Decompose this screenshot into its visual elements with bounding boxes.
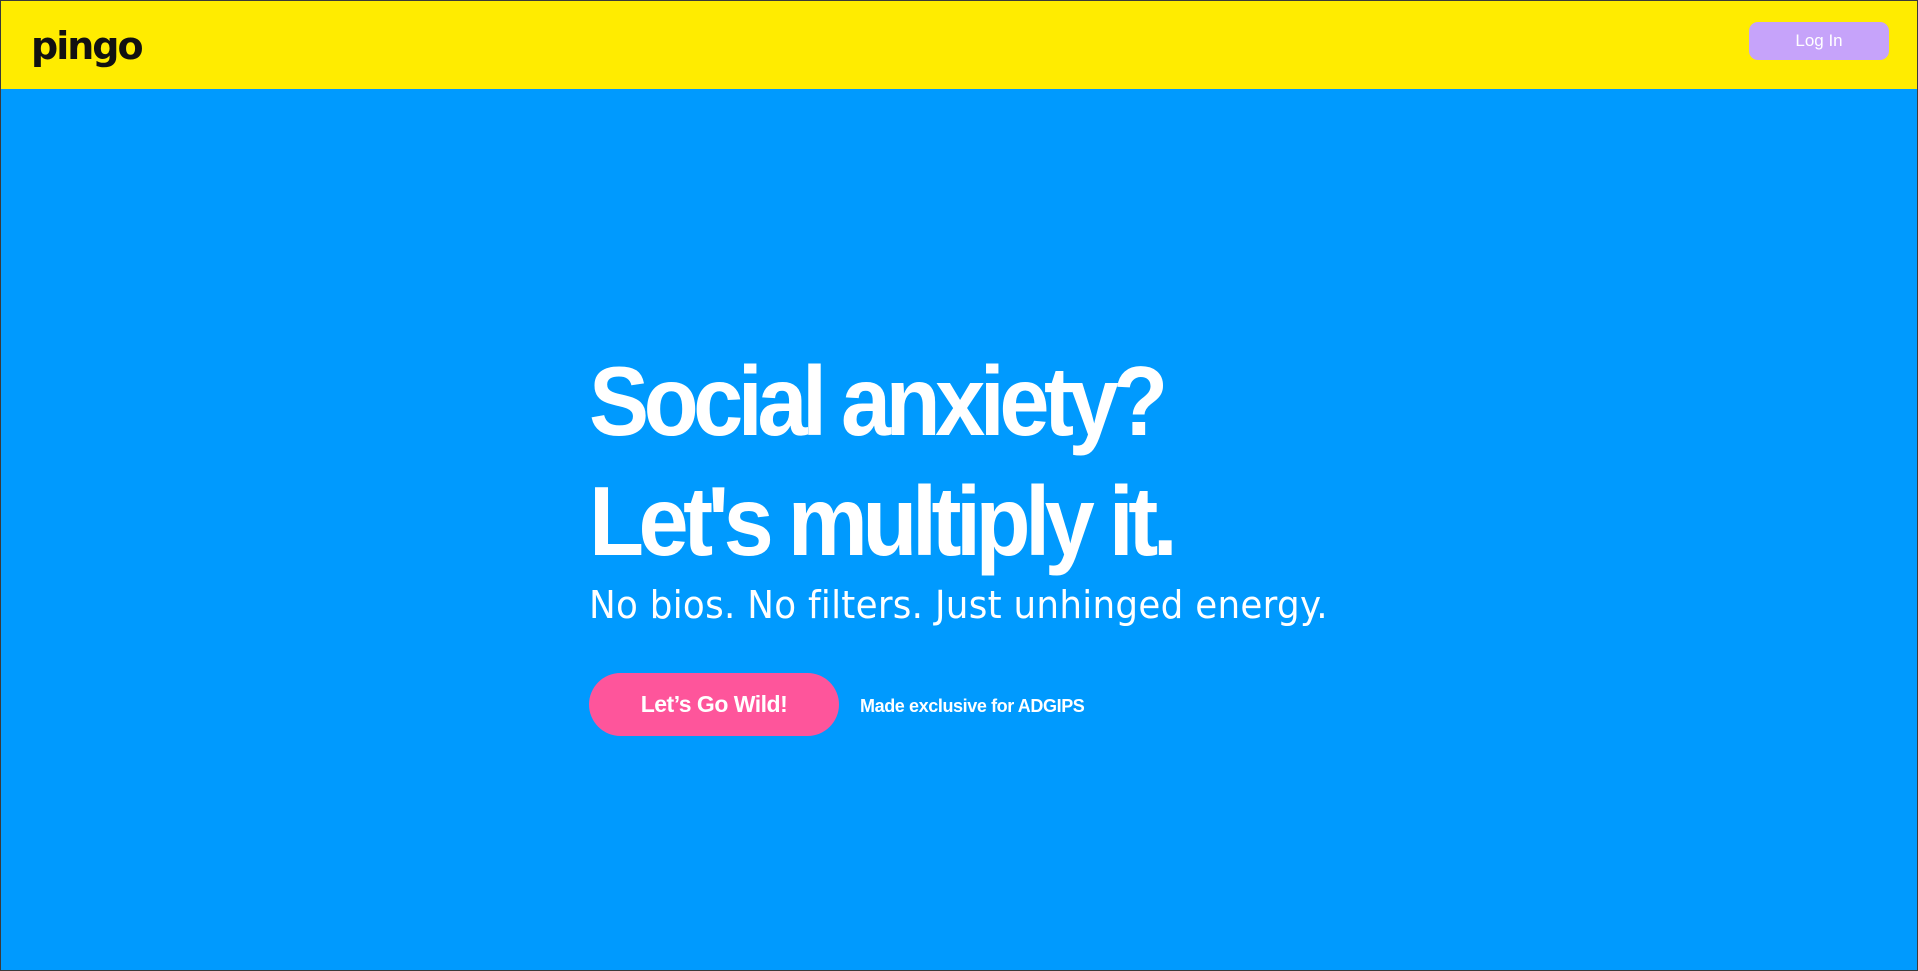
lets-go-wild-button[interactable]: Let’s Go Wild! bbox=[589, 673, 839, 736]
exclusive-note: Made exclusive for ADGIPS bbox=[860, 696, 1085, 716]
headline-line-2: Let's multiply it. bbox=[589, 466, 1178, 576]
headline-line-1: Social anxiety? bbox=[589, 346, 1168, 456]
login-button[interactable]: Log In bbox=[1749, 22, 1889, 60]
hero-subtitle: No bios. No filters. Just unhinged energ… bbox=[589, 583, 1328, 627]
cta-row: Let’s Go Wild! Made exclusive for ADGIPS bbox=[589, 673, 1489, 736]
top-navbar: pingo Log In bbox=[1, 1, 1917, 89]
pingo-logo[interactable]: pingo bbox=[31, 24, 144, 68]
hero-section: Social anxiety? Let's multiply it. No bi… bbox=[589, 341, 1489, 736]
hero-headline: Social anxiety? Let's multiply it. bbox=[589, 341, 1489, 581]
